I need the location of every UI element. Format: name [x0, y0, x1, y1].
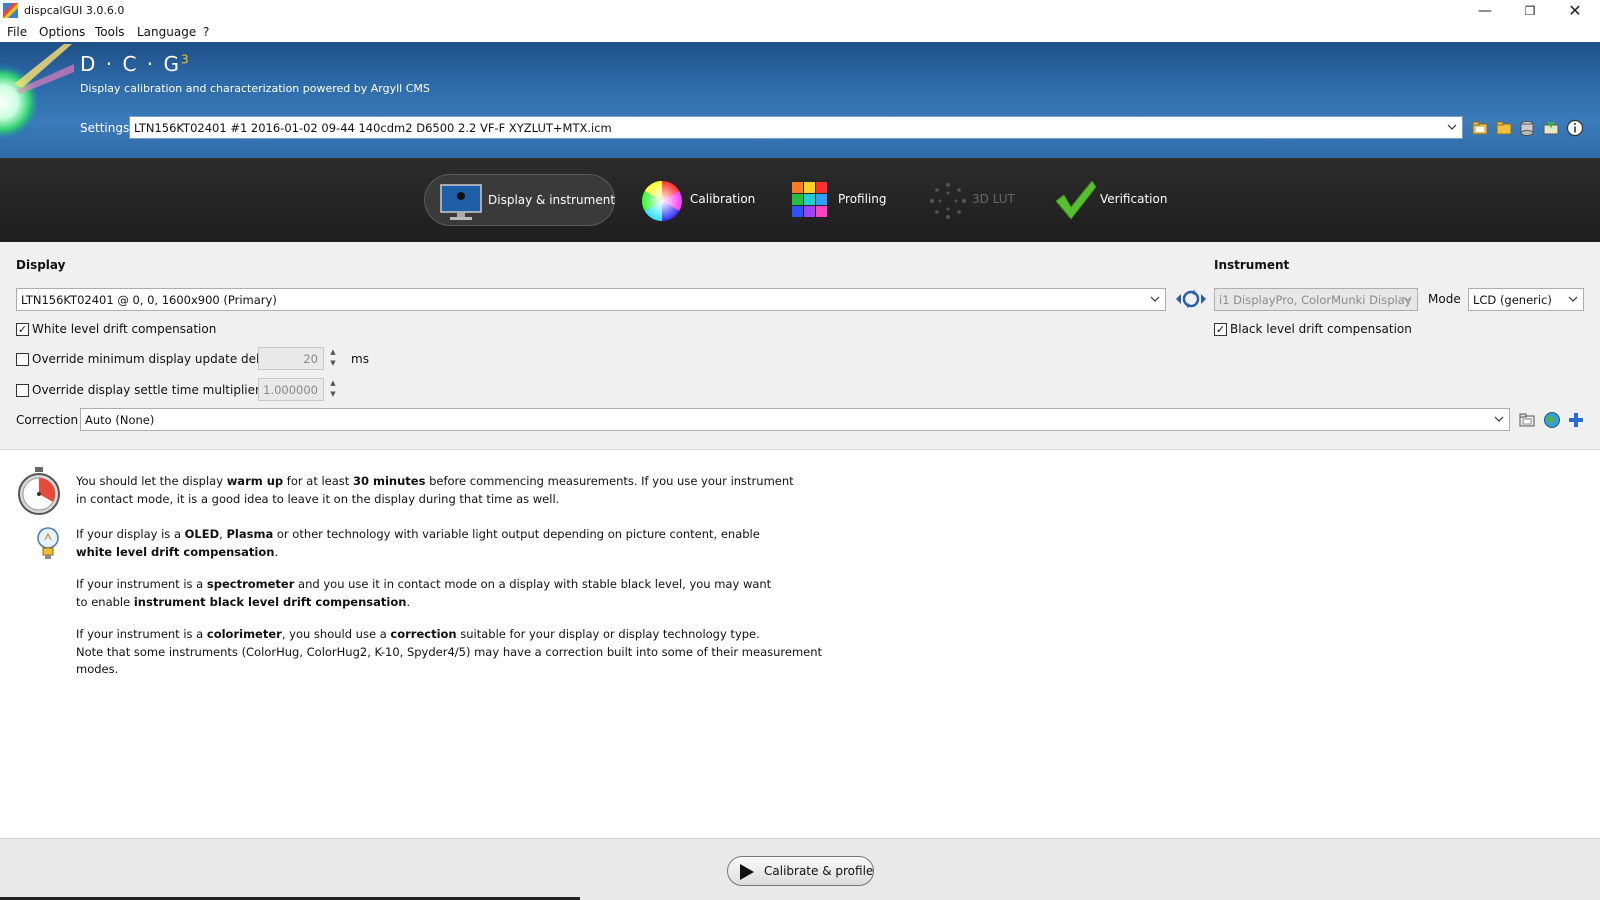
- white-drift-label: White level drift compensation: [32, 322, 217, 336]
- tagline: Display calibration and characterization…: [80, 82, 430, 95]
- display-value: LTN156KT02401 @ 0, 0, 1600x900 (Primary): [21, 293, 277, 307]
- import-correction-icon[interactable]: [1518, 411, 1536, 429]
- menu-options[interactable]: Options: [39, 25, 85, 39]
- tab-label: 3D LUT: [972, 192, 1015, 206]
- footer-bar: Calibrate & profile: [0, 838, 1600, 900]
- spin-up-icon[interactable]: ▲: [326, 378, 340, 389]
- tab-label: Calibration: [690, 192, 756, 206]
- menu-help[interactable]: ?: [203, 25, 209, 39]
- add-icon[interactable]: [1567, 411, 1585, 429]
- info-icon[interactable]: [1566, 119, 1584, 137]
- archive-icon[interactable]: [1518, 119, 1536, 137]
- calibrate-profile-label: Calibrate & profile: [764, 864, 874, 878]
- stopwatch-icon: [18, 467, 60, 515]
- menu-tools[interactable]: Tools: [95, 25, 125, 39]
- min-delay-label: Override minimum display update delay: [32, 352, 274, 366]
- correction-dropdown[interactable]: Auto (None): [80, 408, 1510, 431]
- mode-dropdown[interactable]: LCD (generic): [1468, 288, 1584, 311]
- spin-up-icon[interactable]: ▲: [326, 347, 340, 358]
- tab-profiling[interactable]: Profiling: [790, 174, 900, 226]
- warmup-text-line-1: You should let the display warm up for a…: [76, 474, 794, 488]
- oled-text-line-1: If your display is a OLED, Plasma or oth…: [76, 527, 760, 541]
- instrument-heading: Instrument: [1214, 258, 1290, 272]
- chevron-down-icon: [1568, 296, 1578, 302]
- calibrate-profile-button[interactable]: Calibrate & profile: [727, 856, 874, 886]
- colorimeter-text-line-1: If your instrument is a colorimeter, you…: [76, 627, 760, 641]
- spin-down-icon[interactable]: ▼: [326, 358, 340, 369]
- display-instrument-panel: Display Instrument LTN156KT02401 @ 0, 0,…: [0, 242, 1600, 450]
- chevron-down-icon: [1494, 416, 1504, 422]
- display-dropdown[interactable]: LTN156KT02401 @ 0, 0, 1600x900 (Primary): [16, 288, 1166, 311]
- oled-text-line-2: white level drift compensation.: [76, 545, 279, 559]
- tab-label: Profiling: [838, 192, 887, 206]
- lightbulb-icon: [37, 527, 59, 559]
- app-icon: [3, 3, 18, 18]
- min-delay-unit: ms: [351, 352, 369, 366]
- instrument-value: i1 DisplayPro, ColorMunki Display: [1219, 293, 1412, 307]
- min-delay-stepper[interactable]: ▲ ▼: [326, 347, 340, 370]
- monitor-icon: [440, 184, 482, 220]
- app-logo: D · C · G3: [80, 52, 189, 76]
- min-delay-input[interactable]: 20: [258, 347, 324, 370]
- correction-label: Correction: [16, 413, 79, 427]
- colorimeter-text-line-3: modes.: [76, 662, 119, 676]
- min-delay-checkbox[interactable]: [16, 353, 29, 366]
- settle-stepper[interactable]: ▲ ▼: [326, 378, 340, 401]
- refresh-displays-icon[interactable]: [1174, 290, 1208, 308]
- tab-display-instrument[interactable]: Display & instrument: [424, 174, 615, 226]
- instrument-dropdown[interactable]: i1 DisplayPro, ColorMunki Display: [1214, 288, 1418, 311]
- mode-label: Mode: [1428, 292, 1461, 306]
- globe-icon[interactable]: [1543, 411, 1561, 429]
- folder-icon[interactable]: [1495, 119, 1513, 137]
- tab-label: Verification: [1100, 192, 1168, 206]
- settings-value: LTN156KT02401 #1 2016-01-02 09-44 140cdm…: [134, 121, 612, 135]
- black-drift-checkbox[interactable]: ✓: [1214, 323, 1227, 336]
- warmup-text-line-2: in contact mode, it is a good idea to le…: [76, 492, 560, 506]
- colorimeter-text-line-2: Note that some instruments (ColorHug, Co…: [76, 645, 823, 659]
- tab-bar: Display & instrument Calibration Profili…: [0, 158, 1600, 242]
- install-profile-icon[interactable]: [1542, 119, 1560, 137]
- header-banner: D · C · G3 Display calibration and chara…: [0, 42, 1600, 158]
- play-icon: [740, 864, 754, 880]
- mode-value: LCD (generic): [1473, 293, 1552, 307]
- load-settings-icon[interactable]: [1471, 119, 1489, 137]
- settings-label: Settings: [80, 121, 130, 135]
- min-delay-value: 20: [303, 352, 318, 366]
- tab-calibration[interactable]: Calibration: [640, 174, 760, 226]
- spin-down-icon[interactable]: ▼: [326, 389, 340, 400]
- color-orb-graphic: [0, 44, 74, 142]
- chevron-down-icon: [1447, 124, 1457, 130]
- spectrometer-text-line-2: to enable instrument black level drift c…: [76, 595, 411, 609]
- settle-checkbox[interactable]: [16, 384, 29, 397]
- minimize-button[interactable]: —: [1462, 0, 1508, 22]
- settle-input[interactable]: 1.000000: [258, 378, 324, 401]
- checkmark-icon: [1055, 181, 1097, 220]
- close-button[interactable]: ✕: [1552, 0, 1598, 22]
- settle-label: Override display settle time multiplier: [32, 383, 260, 397]
- title-bar: dispcalGUI 3.0.6.0 — ❐ ✕: [0, 0, 1600, 22]
- chevron-down-icon: [1150, 296, 1160, 302]
- settings-dropdown[interactable]: LTN156KT02401 #1 2016-01-02 09-44 140cdm…: [129, 116, 1463, 139]
- menu-bar: File Options Tools Language ?: [0, 22, 1600, 42]
- settle-value: 1.000000: [263, 383, 318, 397]
- tab-verification[interactable]: Verification: [1054, 174, 1184, 226]
- color-wheel-icon: [642, 181, 682, 221]
- black-drift-label: Black level drift compensation: [1230, 322, 1412, 336]
- window-title: dispcalGUI 3.0.6.0: [24, 4, 125, 17]
- spectrometer-text-line-1: If your instrument is a spectrometer and…: [76, 577, 772, 591]
- white-drift-checkbox[interactable]: ✓: [16, 323, 29, 336]
- menu-language[interactable]: Language: [137, 25, 196, 39]
- chevron-down-icon: [1402, 296, 1412, 302]
- tab-label: Display & instrument: [488, 193, 616, 207]
- display-heading: Display: [16, 258, 66, 272]
- correction-value: Auto (None): [85, 413, 155, 427]
- lut-cube-icon: [930, 183, 966, 219]
- maximize-button[interactable]: ❐: [1507, 0, 1553, 22]
- tab-3d-lut[interactable]: 3D LUT: [928, 174, 1028, 226]
- menu-file[interactable]: File: [7, 25, 27, 39]
- color-patches-icon: [792, 182, 827, 217]
